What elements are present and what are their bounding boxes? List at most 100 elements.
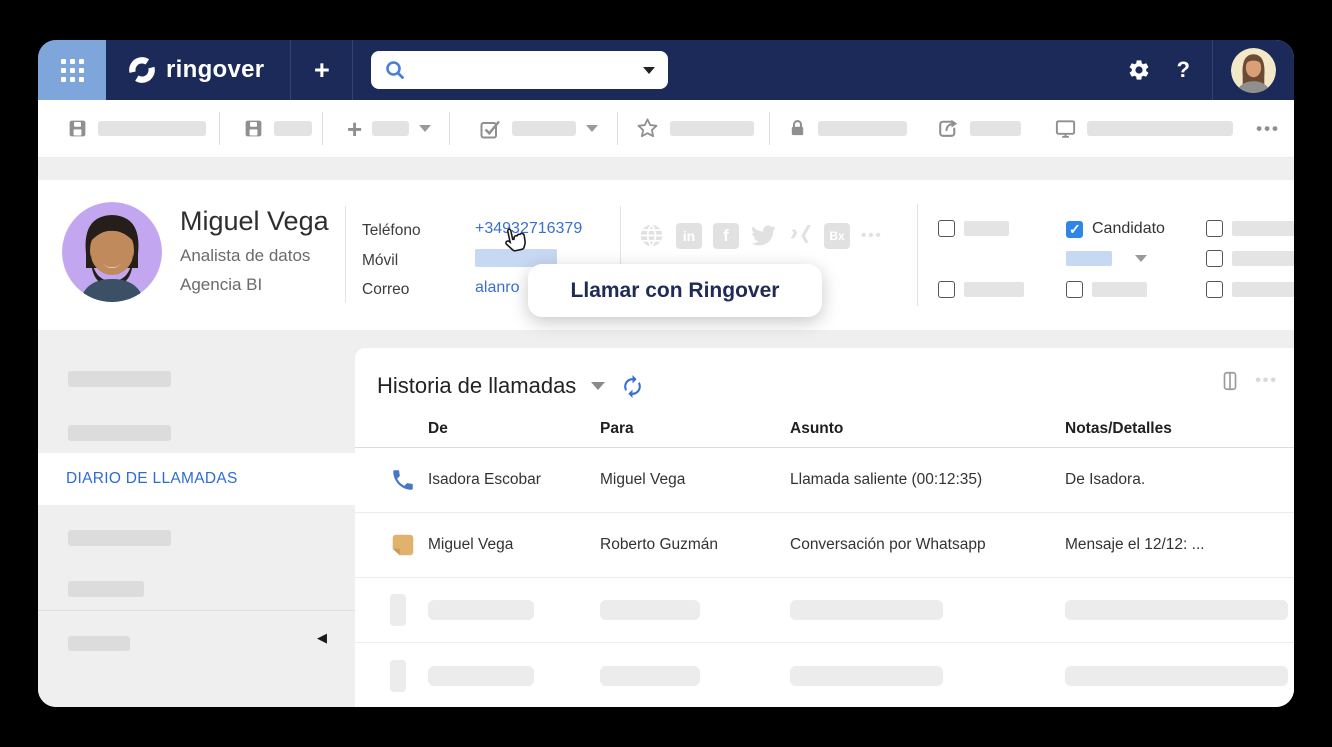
table-row[interactable]: Miguel Vega Roberto Guzmán Conversación … xyxy=(355,513,1294,578)
checkbox[interactable] xyxy=(1206,281,1223,298)
sidebar-item-call-log[interactable]: DIARIO DE LLAMADAS xyxy=(38,453,355,505)
top-nav: ringover + ? xyxy=(38,40,1294,100)
search-caret-icon[interactable] xyxy=(643,67,655,74)
checkbox-label-placeholder xyxy=(1092,282,1147,297)
sidebar-item-placeholder xyxy=(68,636,130,651)
chevron-down-icon[interactable] xyxy=(591,382,605,390)
xing-icon[interactable] xyxy=(788,223,813,248)
lock-icon xyxy=(787,118,808,139)
add-menu-button[interactable]: + xyxy=(347,100,431,157)
facebook-icon[interactable]: f xyxy=(713,223,739,249)
checkbox[interactable] xyxy=(938,220,955,237)
save-secondary-button[interactable] xyxy=(243,100,312,157)
search-input[interactable] xyxy=(415,62,634,79)
pointer-cursor xyxy=(501,226,531,263)
toolbar-placeholder xyxy=(970,121,1021,136)
checkbox[interactable] xyxy=(1206,220,1223,237)
contact-name: Miguel Vega xyxy=(180,206,329,237)
twitter-icon[interactable] xyxy=(750,222,777,249)
phone-icon xyxy=(390,467,416,493)
nav-divider xyxy=(1212,40,1213,100)
ringover-logo[interactable]: ringover xyxy=(106,40,291,100)
category-checkbox-row xyxy=(1066,281,1147,298)
apps-grid-button[interactable] xyxy=(38,40,106,100)
chevron-down-icon[interactable] xyxy=(1135,255,1147,262)
bullhorn-connect-icon[interactable]: Bx xyxy=(824,223,850,249)
cell-de: Miguel Vega xyxy=(428,536,600,554)
sidebar-item-placeholder xyxy=(68,371,171,387)
category-checkbox-row xyxy=(938,281,1024,298)
sidebar-divider xyxy=(38,610,355,611)
call-history-panel: Historia de llamadas ••• xyxy=(355,348,1294,707)
checkbox[interactable] xyxy=(938,281,955,298)
status-value-redacted[interactable] xyxy=(1066,251,1112,266)
checkbox-label-placeholder xyxy=(1232,221,1294,236)
linkedin-icon[interactable]: in xyxy=(676,223,702,249)
category-checkbox-row xyxy=(1206,250,1294,267)
cell-de: Isadora Escobar xyxy=(428,471,600,489)
save-icon xyxy=(243,118,264,139)
table-header: De Para Asunto Notas/Detalles xyxy=(355,410,1294,448)
toolbar-more-button[interactable]: ••• xyxy=(1256,100,1280,157)
sidebar-collapse-button[interactable]: ◀ xyxy=(317,630,327,646)
checkbox-label-placeholder xyxy=(1232,282,1294,297)
share-icon xyxy=(935,116,960,141)
plus-icon: + xyxy=(347,116,362,142)
header-divider xyxy=(917,204,918,306)
cell-asunto: Llamada saliente (00:12:35) xyxy=(790,471,1065,489)
save-button[interactable] xyxy=(67,100,206,157)
tasks-menu-button[interactable] xyxy=(478,100,598,157)
toolbar-divider xyxy=(617,112,618,145)
add-button[interactable]: + xyxy=(291,40,353,100)
privacy-button[interactable] xyxy=(787,100,907,157)
help-button[interactable]: ? xyxy=(1177,57,1190,83)
toolbar-placeholder xyxy=(274,121,312,136)
table-row-placeholder[interactable] xyxy=(355,578,1294,643)
checkbox[interactable] xyxy=(1206,250,1223,267)
table-row-placeholder[interactable] xyxy=(355,643,1294,707)
row-icon-cell xyxy=(390,467,428,493)
row-icon-cell xyxy=(390,594,428,626)
settings-button[interactable] xyxy=(1127,58,1151,82)
candidate-checkbox[interactable] xyxy=(1066,221,1083,238)
body-area: DIARIO DE LLAMADAS ◀ Historia de llamada… xyxy=(38,330,1294,707)
user-avatar[interactable] xyxy=(1231,48,1276,93)
table-row[interactable]: Isadora Escobar Miguel Vega Llamada sali… xyxy=(355,448,1294,513)
checkbox-label-placeholder xyxy=(964,282,1024,297)
cell-placeholder xyxy=(790,600,943,620)
category-checkbox-row xyxy=(938,220,1009,237)
toolbar-placeholder xyxy=(818,121,907,136)
contact-company: Agencia BI xyxy=(180,275,262,295)
checkbox[interactable] xyxy=(1066,281,1083,298)
screen-button[interactable] xyxy=(1054,100,1233,157)
save-icon xyxy=(67,118,88,139)
candidate-checkbox-row: Candidato xyxy=(1066,220,1165,238)
email-label: Correo xyxy=(362,281,409,299)
app-window: ringover + ? xyxy=(38,40,1294,707)
cell-placeholder xyxy=(600,600,700,620)
cell-placeholder xyxy=(790,666,943,686)
panel-title: Historia de llamadas xyxy=(377,373,576,399)
panel-more-button[interactable]: ••• xyxy=(1255,372,1278,390)
nav-right: ? xyxy=(1115,40,1294,100)
cell-placeholder xyxy=(428,600,534,620)
panel-header: Historia de llamadas xyxy=(377,373,645,399)
cell-placeholder xyxy=(428,666,534,686)
share-button[interactable] xyxy=(935,100,1021,157)
candidate-label: Candidato xyxy=(1092,220,1165,238)
website-icon[interactable] xyxy=(638,222,665,249)
social-icons: in f Bx ••• xyxy=(638,222,883,249)
search-bar[interactable] xyxy=(371,51,668,89)
apps-grid-icon xyxy=(61,59,84,82)
record-toolbar: + xyxy=(38,100,1294,158)
email-link[interactable]: alanro xyxy=(475,279,519,297)
layout-button[interactable] xyxy=(1219,370,1241,392)
search-icon xyxy=(384,59,406,81)
social-more-button[interactable]: ••• xyxy=(861,227,883,244)
favorite-button[interactable] xyxy=(635,100,754,157)
toolbar-placeholder xyxy=(1087,121,1233,136)
toolbar-divider xyxy=(769,112,770,145)
panel-tools: ••• xyxy=(1219,370,1278,392)
refresh-button[interactable] xyxy=(620,374,645,399)
call-history-table: De Para Asunto Notas/Detalles Isadora Es… xyxy=(355,410,1294,707)
